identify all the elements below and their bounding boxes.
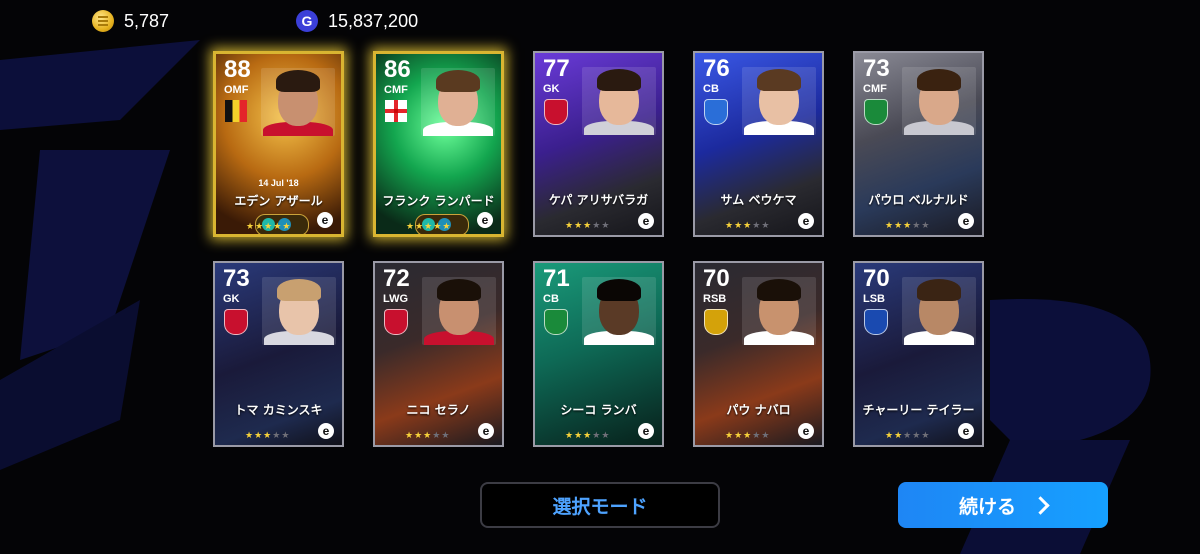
player-photo xyxy=(582,277,656,345)
club-badge-icon xyxy=(864,99,888,125)
player-photo xyxy=(902,67,976,135)
player-rating: 70 xyxy=(703,265,730,292)
efootball-logo-icon: e xyxy=(958,423,974,439)
player-card[interactable]: 70 LSB チャーリー テイラー ★★★★★ e xyxy=(853,261,984,447)
club-badge-icon xyxy=(544,309,568,335)
player-rating: 71 xyxy=(543,265,570,292)
player-position: CMF xyxy=(384,84,408,96)
player-name: ニコ セラノ xyxy=(406,403,471,417)
player-photo xyxy=(742,67,816,135)
gp-value: 15,837,200 xyxy=(328,10,419,31)
player-photo xyxy=(262,277,336,345)
player-name: ケパ アリサバラガ xyxy=(548,193,649,207)
player-position: LWG xyxy=(383,293,409,305)
rarity-stars: ★★★★★ xyxy=(246,222,292,232)
player-position: CMF xyxy=(863,83,887,95)
rarity-stars: ★★★★★ xyxy=(725,431,771,441)
rarity-stars: ★★★★★ xyxy=(405,431,451,441)
gp-balance: G 15,837,200 xyxy=(296,10,418,32)
player-photo xyxy=(582,67,656,135)
player-name: パウロ ベルナルド xyxy=(868,193,969,207)
efootball-logo-icon: e xyxy=(318,423,334,439)
gp-icon: G xyxy=(296,10,318,32)
player-card[interactable]: 73 GK トマ カミンスキ ★★★★★ e xyxy=(213,261,344,447)
continue-label: 続ける xyxy=(958,495,1016,518)
club-badge-icon xyxy=(704,309,728,335)
coins-balance: 5,787 xyxy=(92,10,169,32)
player-rating: 70 xyxy=(863,265,890,292)
efootball-logo-icon: e xyxy=(798,423,814,439)
efootball-logo-icon: e xyxy=(477,212,493,228)
player-position: CB xyxy=(703,83,719,95)
rarity-stars: ★★★★★ xyxy=(885,221,931,231)
club-badge-icon xyxy=(704,99,728,125)
rarity-stars: ★★★★★ xyxy=(245,431,291,441)
player-card[interactable]: 73 CMF パウロ ベルナルド ★★★★★ e xyxy=(853,51,984,237)
player-position: CB xyxy=(543,293,559,305)
player-card[interactable]: 86 CMF フランク ランパード ★★★★★ e xyxy=(373,51,504,237)
club-badge-icon xyxy=(544,99,568,125)
coin-icon xyxy=(92,10,114,32)
player-name: パウ ナバロ xyxy=(726,403,791,417)
player-photo xyxy=(422,277,496,345)
player-name: シーコ ランバ xyxy=(560,403,637,417)
nation-flag-icon xyxy=(385,100,407,122)
player-card[interactable]: 71 CB シーコ ランバ ★★★★★ e xyxy=(533,261,664,447)
player-name: フランク ランパード xyxy=(382,194,495,208)
player-name: チャーリー テイラー xyxy=(862,403,975,417)
club-badge-icon xyxy=(384,309,408,335)
player-rating: 88 xyxy=(224,56,251,83)
player-card[interactable]: 72 LWG ニコ セラノ ★★★★★ e xyxy=(373,261,504,447)
player-card[interactable]: 88 OMF 14 Jul '18 エデン アザール ★★★★★ e xyxy=(213,51,344,237)
chevron-right-icon xyxy=(1031,495,1050,515)
efootball-logo-icon: e xyxy=(478,423,494,439)
event-date: 14 Jul '18 xyxy=(258,178,299,188)
player-card[interactable]: 70 RSB パウ ナバロ ★★★★★ e xyxy=(693,261,824,447)
efootball-logo-icon: e xyxy=(958,213,974,229)
player-position: RSB xyxy=(703,293,727,305)
player-rating: 72 xyxy=(383,265,410,292)
nation-flag-icon xyxy=(225,100,247,122)
player-name: サム ベウケマ xyxy=(720,193,797,207)
player-photo xyxy=(421,68,495,136)
player-position: GK xyxy=(223,293,240,305)
efootball-logo-icon: e xyxy=(638,213,654,229)
efootball-logo-icon: e xyxy=(317,212,333,228)
rarity-stars: ★★★★★ xyxy=(406,222,452,232)
player-rating: 73 xyxy=(863,55,890,82)
player-rating: 86 xyxy=(384,56,411,83)
player-photo xyxy=(742,277,816,345)
club-badge-icon xyxy=(224,309,248,335)
player-rating: 73 xyxy=(223,265,250,292)
efootball-logo-icon: e xyxy=(798,213,814,229)
player-photo xyxy=(902,277,976,345)
player-position: OMF xyxy=(224,84,249,96)
player-photo xyxy=(261,68,335,136)
select-mode-button[interactable]: 選択モード xyxy=(480,482,720,528)
player-name: エデン アザール xyxy=(234,194,323,208)
rarity-stars: ★★★★★ xyxy=(725,221,771,231)
player-rating: 76 xyxy=(703,55,730,82)
player-card[interactable]: 76 CB サム ベウケマ ★★★★★ e xyxy=(693,51,824,237)
player-name: トマ カミンスキ xyxy=(234,403,323,417)
player-position: LSB xyxy=(863,293,885,305)
rarity-stars: ★★★★★ xyxy=(885,431,931,441)
player-rating: 77 xyxy=(543,55,570,82)
efootball-logo-icon: e xyxy=(638,423,654,439)
club-badge-icon xyxy=(864,309,888,335)
coins-value: 5,787 xyxy=(124,10,170,31)
player-position: GK xyxy=(543,83,560,95)
continue-button[interactable]: 続ける xyxy=(898,482,1108,528)
rarity-stars: ★★★★★ xyxy=(565,221,611,231)
player-card[interactable]: 77 GK ケパ アリサバラガ ★★★★★ e xyxy=(533,51,664,237)
rarity-stars: ★★★★★ xyxy=(565,431,611,441)
